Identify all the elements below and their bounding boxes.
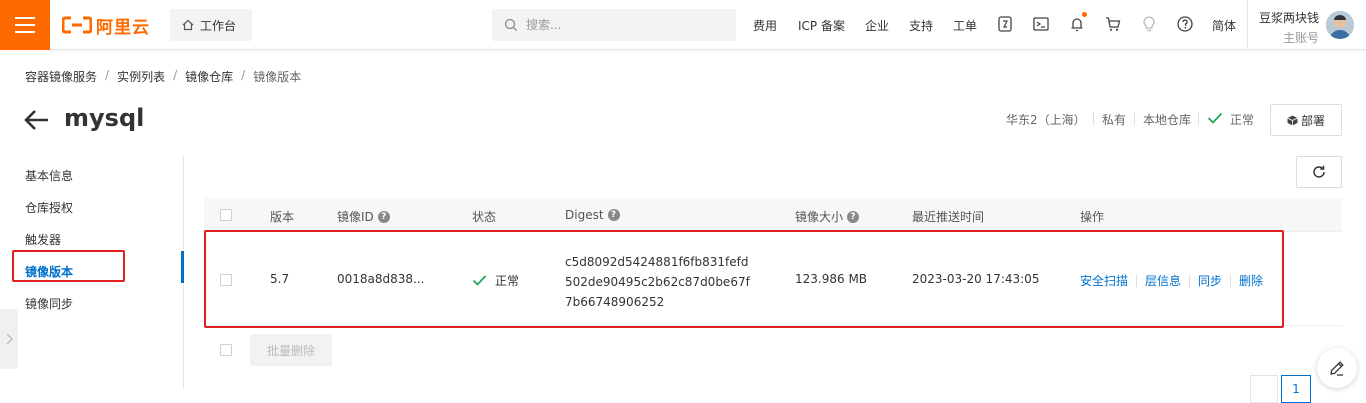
nav-link-billing[interactable]: 费用 bbox=[753, 17, 777, 34]
feedback-edit-button[interactable] bbox=[1317, 348, 1357, 388]
sidebar-active-indicator bbox=[181, 251, 184, 283]
top-navigation-bar: 阿里云 工作台 费用 ICP 备案 企业 支持 工单 bbox=[0, 0, 1366, 50]
column-header-actions: 操作 bbox=[1080, 210, 1105, 224]
breadcrumb-current: 镜像版本 bbox=[253, 70, 302, 84]
breadcrumb-item[interactable]: 实例列表 bbox=[117, 68, 165, 85]
chevron-right-icon bbox=[6, 333, 13, 345]
meta-divider bbox=[1198, 112, 1199, 125]
breadcrumb-item[interactable]: 镜像仓库 bbox=[185, 68, 233, 85]
account-name: 豆浆两块钱 bbox=[1258, 11, 1319, 25]
help-icon[interactable]: ? bbox=[607, 209, 620, 221]
repo-type-label: 本地仓库 bbox=[1143, 113, 1192, 127]
nav-link-icp[interactable]: ICP 备案 bbox=[798, 17, 845, 34]
back-arrow-icon[interactable] bbox=[24, 108, 50, 132]
topbar-divider bbox=[1247, 0, 1248, 50]
language-switch[interactable]: 简体 bbox=[1212, 17, 1236, 34]
search-box[interactable] bbox=[492, 9, 736, 41]
refresh-icon bbox=[1313, 165, 1325, 178]
aliyun-logo-mark-icon bbox=[62, 16, 92, 34]
region-label: 华东2（上海） bbox=[1006, 113, 1086, 127]
help-icon[interactable]: ? bbox=[847, 210, 860, 223]
sidebar-item-basic-info[interactable]: 基本信息 bbox=[25, 167, 73, 184]
breadcrumb: 容器镜像服务 / 实例列表 / 镜像仓库 / 镜像版本 bbox=[25, 68, 301, 85]
deploy-label: 部署 bbox=[1300, 113, 1325, 128]
select-all-checkbox[interactable] bbox=[220, 209, 232, 221]
bell-icon[interactable] bbox=[1068, 15, 1086, 33]
footer-select-checkbox[interactable] bbox=[220, 344, 232, 356]
column-header-size: 镜像大小? bbox=[795, 208, 860, 225]
search-input[interactable] bbox=[526, 18, 716, 32]
check-icon bbox=[1207, 112, 1223, 124]
nav-link-ticket[interactable]: 工单 bbox=[953, 17, 977, 34]
column-header-status: 状态 bbox=[472, 210, 497, 224]
breadcrumb-item[interactable]: 容器镜像服务 bbox=[25, 68, 97, 85]
batch-delete-label: 批量删除 bbox=[266, 343, 315, 358]
workbench-button[interactable]: 工作台 bbox=[170, 9, 252, 41]
nav-link-support[interactable]: 支持 bbox=[909, 17, 933, 34]
nav-link-enterprise[interactable]: 企业 bbox=[865, 17, 889, 34]
table-header: 版本 镜像ID? 状态 Digest? 镜像大小? 最近推送时间 操作 bbox=[204, 198, 1342, 232]
page-title: mysql bbox=[64, 104, 145, 132]
breadcrumb-separator: / bbox=[105, 68, 110, 82]
breadcrumb-separator: / bbox=[241, 68, 246, 82]
workbench-label: 工作台 bbox=[200, 18, 237, 33]
batch-delete-button[interactable]: 批量删除 bbox=[250, 334, 332, 366]
deploy-button[interactable]: 部署 bbox=[1270, 104, 1342, 136]
avatar-person-icon bbox=[1326, 11, 1354, 39]
visibility-label: 私有 bbox=[1102, 113, 1127, 127]
account-role: 主账号 bbox=[1282, 31, 1319, 45]
meta-divider bbox=[1134, 112, 1135, 125]
column-header-pushed-at: 最近推送时间 bbox=[912, 210, 985, 224]
collapse-sidebar-toggle[interactable] bbox=[0, 309, 18, 369]
pagination-page-number: 1 bbox=[1292, 382, 1300, 396]
brand-name: 阿里云 bbox=[96, 17, 150, 38]
column-header-digest: Digest? bbox=[565, 208, 620, 222]
breadcrumb-separator: / bbox=[173, 68, 178, 82]
app-icon[interactable] bbox=[996, 15, 1014, 33]
notification-dot bbox=[1082, 12, 1087, 17]
account-info[interactable]: 豆浆两块钱 主账号 bbox=[1257, 9, 1319, 46]
help-icon[interactable]: ? bbox=[377, 210, 390, 223]
home-icon bbox=[182, 19, 194, 31]
meta-divider bbox=[1093, 112, 1094, 125]
sidebar-item-image-sync[interactable]: 镜像同步 bbox=[25, 295, 73, 312]
help-icon[interactable] bbox=[1176, 15, 1194, 33]
lightbulb-icon[interactable] bbox=[1140, 15, 1158, 33]
pencil-icon bbox=[1330, 361, 1344, 376]
pagination-page[interactable]: 1 bbox=[1281, 375, 1311, 403]
aliyun-logo[interactable]: 阿里云 bbox=[62, 13, 150, 38]
cube-icon bbox=[1287, 115, 1298, 125]
repo-status: 正常 bbox=[1230, 113, 1255, 127]
search-icon bbox=[504, 18, 517, 31]
column-header-version: 版本 bbox=[270, 210, 295, 224]
sidebar-item-repo-auth[interactable]: 仓库授权 bbox=[25, 199, 73, 216]
annotation-highlight-row bbox=[204, 230, 1284, 328]
terminal-icon[interactable] bbox=[1032, 15, 1050, 33]
menu-icon[interactable] bbox=[0, 0, 50, 50]
cart-icon[interactable] bbox=[1104, 15, 1122, 33]
refresh-button[interactable] bbox=[1296, 156, 1342, 188]
avatar[interactable] bbox=[1326, 11, 1354, 39]
annotation-highlight-sidebar bbox=[12, 250, 125, 282]
column-header-image-id: 镜像ID? bbox=[337, 208, 390, 225]
pagination-prev-button[interactable] bbox=[1250, 375, 1278, 403]
sidebar-item-triggers[interactable]: 触发器 bbox=[25, 231, 61, 248]
